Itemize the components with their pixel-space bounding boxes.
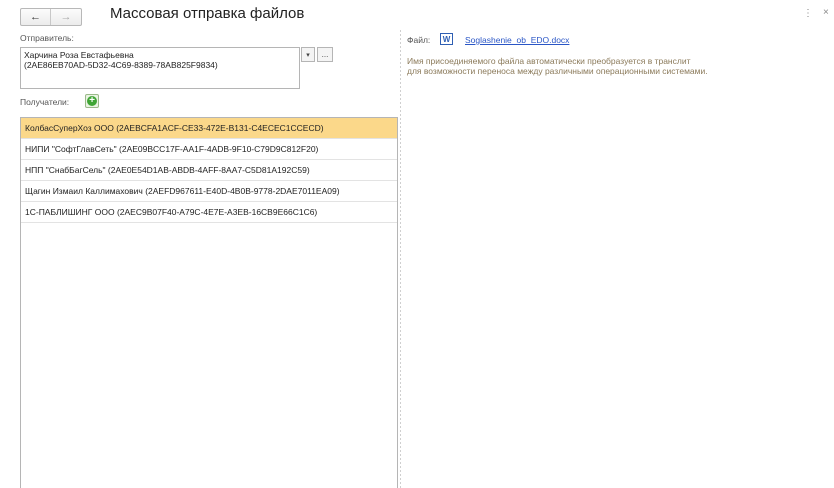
recipient-row[interactable]: 1С-ПАБЛИШИНГ ООО (2AEC9B07F40-A79C-4E7E-… <box>21 202 397 223</box>
chevron-down-icon: ▾ <box>306 51 310 59</box>
recipient-label: 1С-ПАБЛИШИНГ ООО (2AEC9B07F40-A79C-4E7E-… <box>25 207 318 217</box>
recipient-row[interactable]: НИПИ "СофтГлавСеть" (2AE09BCC17F-AA1F-4A… <box>21 139 397 160</box>
sender-name: Харчина Роза Евстафьевна <box>24 50 134 60</box>
recipient-row[interactable]: НПП "СнабБагСель" (2AE0E54D1AB-ABDB-4AFF… <box>21 160 397 181</box>
close-icon[interactable]: × <box>823 7 829 18</box>
sender-id: (2AE86EB70AD-5D32-4C69-8389-78AB825F9834… <box>24 60 218 70</box>
note-line: Имя присоединяемого файла автоматически … <box>407 56 691 66</box>
navigation-buttons: ← → <box>20 8 82 26</box>
file-label: Файл: <box>407 35 431 45</box>
recipients-list[interactable]: КолбасСуперХоз ООО (2AEBCFA1ACF-CE33-472… <box>20 117 398 488</box>
transliteration-note: Имя присоединяемого файла автоматически … <box>407 56 787 76</box>
recipient-label: НПП "СнабБагСель" (2AE0E54D1AB-ABDB-4AFF… <box>25 165 310 175</box>
recipient-row[interactable]: Щагин Измаил Каллимахович (2AEFD967611-E… <box>21 181 397 202</box>
back-arrow-icon[interactable]: ← <box>21 9 51 25</box>
forward-arrow-icon[interactable]: → <box>51 9 81 25</box>
plus-icon: + <box>87 96 97 106</box>
recipient-row[interactable]: КолбасСуперХоз ООО (2AEBCFA1ACF-CE33-472… <box>21 118 397 139</box>
sender-dropdown-button[interactable]: ▾ <box>301 47 315 62</box>
recipient-label: КолбасСуперХоз ООО (2AEBCFA1ACF-CE33-472… <box>25 123 324 133</box>
add-recipient-button[interactable]: + <box>85 94 99 108</box>
recipients-label: Получатели: <box>20 97 70 107</box>
file-link[interactable]: Soglashenie_ob_EDO.docx <box>465 35 569 45</box>
word-document-icon: W <box>440 33 453 45</box>
sender-select-button[interactable]: ... <box>317 47 333 62</box>
page-title: Массовая отправка файлов <box>110 5 305 22</box>
title-bar: ← → Массовая отправка файлов ⋮ × <box>0 0 834 30</box>
sender-field[interactable]: Харчина Роза Евстафьевна (2AE86EB70AD-5D… <box>20 47 300 89</box>
note-line: для возможности переноса между различным… <box>407 66 708 76</box>
panel-splitter[interactable] <box>400 30 401 488</box>
recipient-label: НИПИ "СофтГлавСеть" (2AE09BCC17F-AA1F-4A… <box>25 144 319 154</box>
recipient-label: Щагин Измаил Каллимахович (2AEFD967611-E… <box>25 186 340 196</box>
more-menu-icon[interactable]: ⋮ <box>803 8 813 19</box>
sender-label: Отправитель: <box>20 33 74 43</box>
